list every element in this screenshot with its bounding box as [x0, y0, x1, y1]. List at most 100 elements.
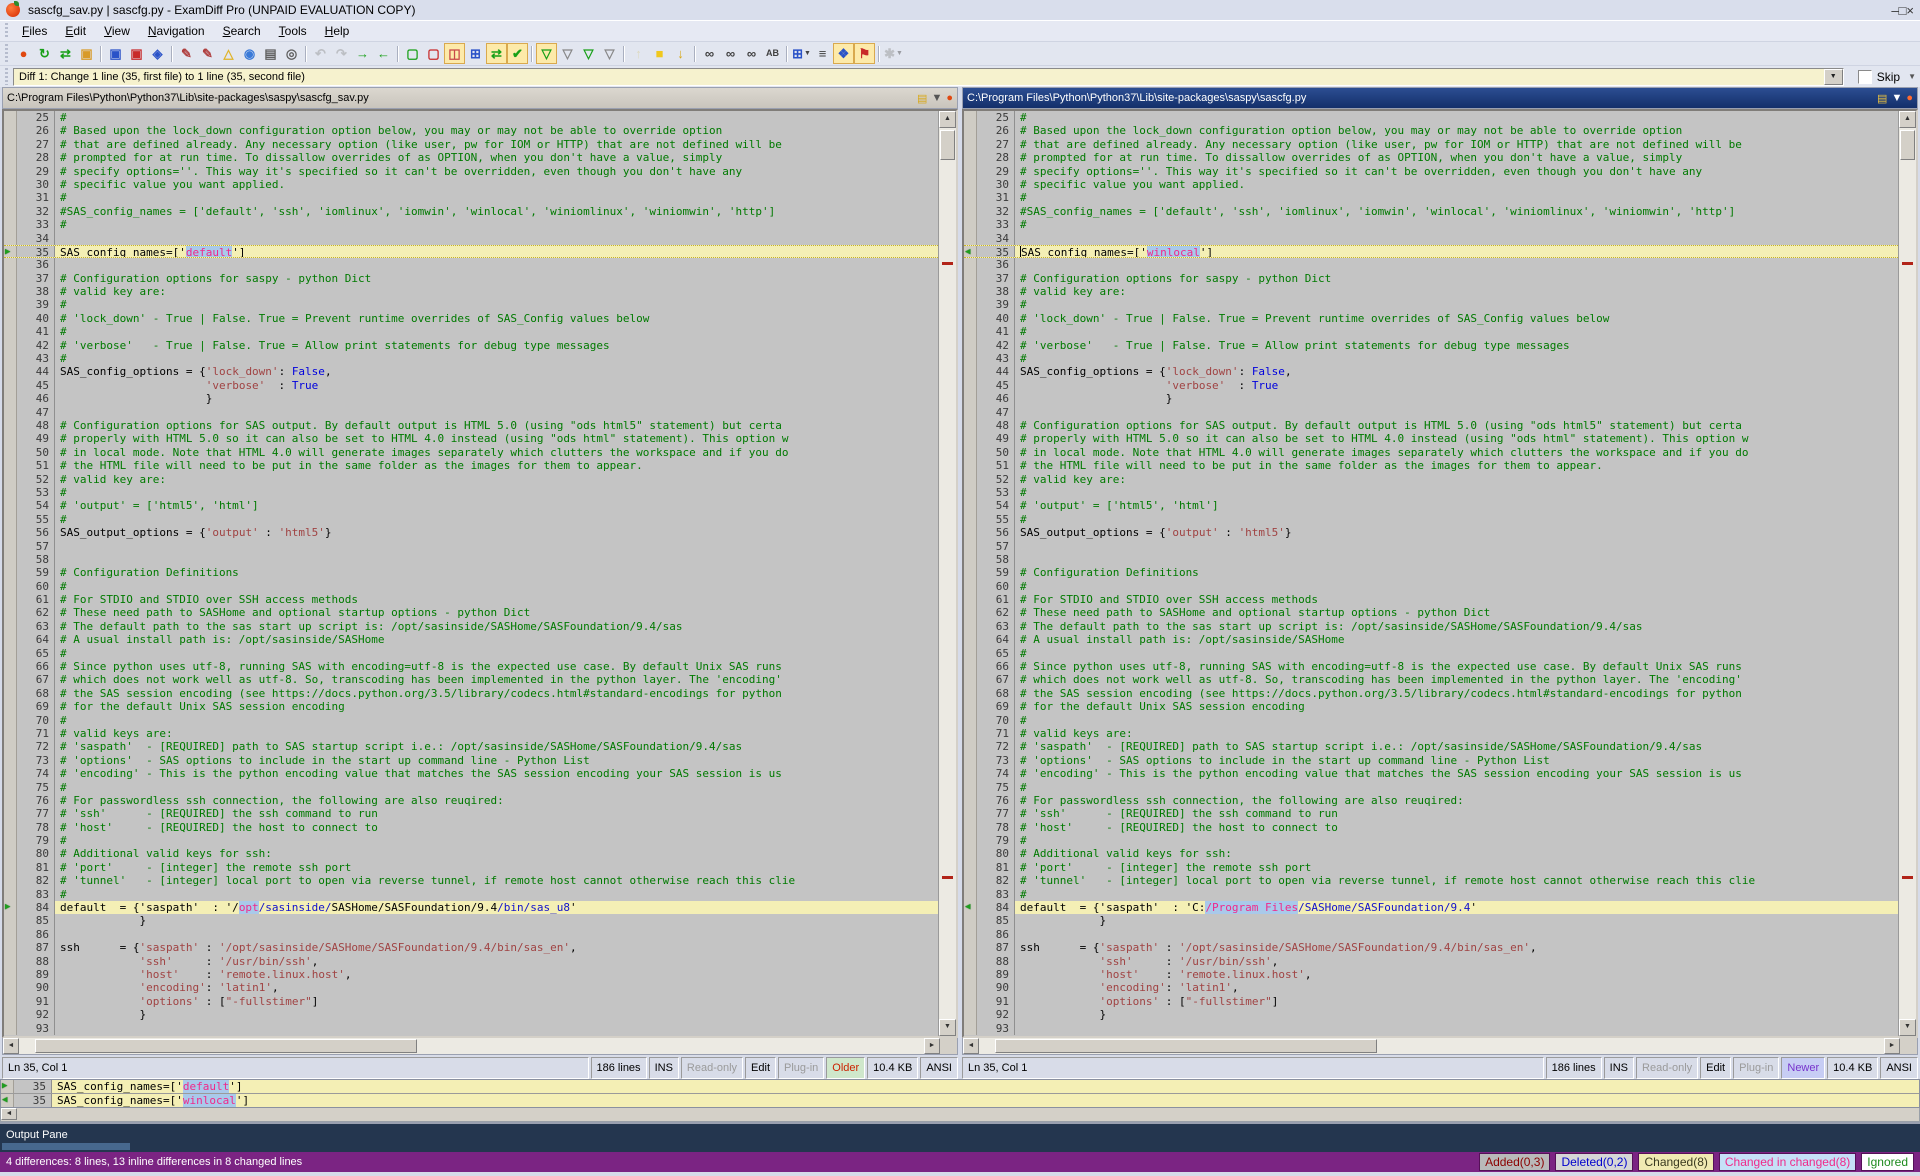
- code-line[interactable]: 34: [964, 232, 1898, 245]
- print-preview-icon[interactable]: ◎: [281, 43, 302, 64]
- auto-options-icon[interactable]: ✔: [507, 43, 528, 64]
- code-line[interactable]: 25#: [4, 111, 938, 124]
- find-previous-icon[interactable]: ∞: [741, 43, 762, 64]
- code-line[interactable]: 50# in local mode. Note that HTML 4.0 wi…: [964, 446, 1898, 459]
- scroll-down-icon[interactable]: ▼: [939, 1019, 956, 1036]
- save-diff-report-icon[interactable]: △: [218, 43, 239, 64]
- code-line[interactable]: 69# for the default Unix SAS session enc…: [964, 700, 1898, 713]
- code-line[interactable]: 83#: [964, 888, 1898, 901]
- show-first-pane-icon[interactable]: ▢: [402, 43, 423, 64]
- code-line[interactable]: 58: [964, 553, 1898, 566]
- code-line[interactable]: 37# Configuration options for saspy - py…: [964, 272, 1898, 285]
- code-line[interactable]: 36: [4, 258, 938, 271]
- html-report-icon[interactable]: ◉: [239, 43, 260, 64]
- code-line[interactable]: 47: [964, 406, 1898, 419]
- code-line[interactable]: 92 }: [4, 1008, 938, 1021]
- previous-difference-icon[interactable]: ←: [373, 43, 394, 64]
- code-line[interactable]: 83#: [4, 888, 938, 901]
- code-line[interactable]: 29# specify options=''. This way it's sp…: [964, 165, 1898, 178]
- code-line[interactable]: 44SAS_config_options = {'lock_down': Fal…: [4, 365, 938, 378]
- scroll-right-icon[interactable]: ►: [1884, 1038, 1900, 1054]
- save-all-files-icon[interactable]: ◈: [147, 43, 168, 64]
- compare-files-icon[interactable]: ●: [13, 43, 34, 64]
- code-line[interactable]: 26# Based upon the lock_down configurati…: [4, 124, 938, 137]
- code-line[interactable]: 93: [964, 1022, 1898, 1035]
- save-second-file-icon[interactable]: ▣: [126, 43, 147, 64]
- menu-files[interactable]: Files: [13, 22, 56, 40]
- code-line[interactable]: 46 }: [964, 392, 1898, 405]
- code-line[interactable]: 48# Configuration options for SAS output…: [964, 419, 1898, 432]
- ignore-flags-icon[interactable]: ⚑: [854, 43, 875, 64]
- recompare-icon[interactable]: ↻: [34, 43, 55, 64]
- menu-edit[interactable]: Edit: [56, 22, 95, 40]
- code-line[interactable]: 79#: [964, 834, 1898, 847]
- code-line[interactable]: 74# 'encoding' - This is the python enco…: [4, 767, 938, 780]
- show-identical-lines-icon[interactable]: ▽: [578, 43, 599, 64]
- minimize-button[interactable]: –: [1891, 3, 1898, 18]
- toolbar-grip[interactable]: [2, 44, 11, 63]
- code-line[interactable]: 55#: [964, 513, 1898, 526]
- code-line[interactable]: 28# prompted for at run time. To dissall…: [964, 151, 1898, 164]
- code-line[interactable]: 74# 'encoding' - This is the python enco…: [964, 767, 1898, 780]
- code-line[interactable]: 71# valid keys are:: [964, 727, 1898, 740]
- diffbar-overflow-icon[interactable]: ▼: [1908, 72, 1916, 81]
- code-line[interactable]: 66# Since python uses utf-8, running SAS…: [964, 660, 1898, 673]
- code-line[interactable]: 29# specify options=''. This way it's sp…: [4, 165, 938, 178]
- code-line[interactable]: 67# which does not work well as utf-8. S…: [964, 673, 1898, 686]
- code-line[interactable]: 64# A usual install path is: /opt/sasins…: [964, 633, 1898, 646]
- code-line[interactable]: 81# 'port' - [integer] the remote ssh po…: [4, 861, 938, 874]
- code-line[interactable]: 56SAS_output_options = {'output' : 'html…: [964, 526, 1898, 539]
- compare-icon[interactable]: ●: [946, 92, 953, 104]
- code-line[interactable]: 72# 'saspath' - [REQUIRED] path to SAS s…: [4, 740, 938, 753]
- code-line[interactable]: 49# properly with HTML 5.0 so it can als…: [4, 432, 938, 445]
- code-line[interactable]: 88 'ssh' : '/usr/bin/ssh',: [4, 955, 938, 968]
- code-line[interactable]: 49# properly with HTML 5.0 so it can als…: [964, 432, 1898, 445]
- plugins-icon[interactable]: ❖: [833, 43, 854, 64]
- code-line[interactable]: 27# that are defined already. Any necess…: [964, 138, 1898, 151]
- diff-line-row[interactable]: ◀35SAS_config_names=['winlocal']: [1, 1094, 1919, 1107]
- scroll-up-icon[interactable]: ▲: [1899, 111, 1916, 128]
- code-line[interactable]: 90 'encoding': 'latin1',: [4, 981, 938, 994]
- scroll-up-icon[interactable]: ▲: [939, 111, 956, 128]
- dropdown-arrow-icon[interactable]: ▼: [1824, 69, 1843, 85]
- toolbar-grip[interactable]: [2, 68, 11, 85]
- code-line[interactable]: 56SAS_output_options = {'output' : 'html…: [4, 526, 938, 539]
- code-line[interactable]: 63# The default path to the sas start up…: [964, 620, 1898, 633]
- scrollbar-track[interactable]: [979, 1038, 1884, 1054]
- code-line[interactable]: 73# 'options' - SAS options to include i…: [964, 754, 1898, 767]
- code-line[interactable]: 87ssh = {'saspath' : '/opt/sasinside/SAS…: [4, 941, 938, 954]
- code-line[interactable]: 78# 'host' - [REQUIRED] the host to conn…: [964, 821, 1898, 834]
- open-files-icon[interactable]: ▣: [76, 43, 97, 64]
- code-line[interactable]: 85 }: [964, 914, 1898, 927]
- code-line[interactable]: 89 'host' : 'remote.linux.host',: [4, 968, 938, 981]
- show-ignored-lines-icon[interactable]: ▽: [599, 43, 620, 64]
- code-line[interactable]: 70#: [4, 714, 938, 727]
- code-line[interactable]: 25#: [964, 111, 1898, 124]
- code-line[interactable]: 80# Additional valid keys for ssh:: [964, 847, 1898, 860]
- code-line[interactable]: 36: [964, 258, 1898, 271]
- menu-help[interactable]: Help: [316, 22, 359, 40]
- code-line[interactable]: 91 'options' : ["-fullstimer"]: [964, 995, 1898, 1008]
- code-line[interactable]: 42# 'verbose' - True | False. True = All…: [964, 339, 1898, 352]
- compare-icon[interactable]: ●: [1906, 92, 1913, 104]
- code-line[interactable]: 41#: [964, 325, 1898, 338]
- code-line[interactable]: 53#: [964, 486, 1898, 499]
- code-line[interactable]: 44SAS_config_options = {'lock_down': Fal…: [964, 365, 1898, 378]
- code-line[interactable]: 68# the SAS session encoding (see https:…: [4, 687, 938, 700]
- code-line[interactable]: 67# which does not work well as utf-8. S…: [4, 673, 938, 686]
- code-line[interactable]: 73# 'options' - SAS options to include i…: [4, 754, 938, 767]
- code-line[interactable]: 33#: [964, 218, 1898, 231]
- code-line[interactable]: 59# Configuration Definitions: [4, 566, 938, 579]
- code-line[interactable]: 65#: [4, 647, 938, 660]
- show-second-pane-icon[interactable]: ▢: [423, 43, 444, 64]
- code-line[interactable]: 50# in local mode. Note that HTML 4.0 wi…: [4, 446, 938, 459]
- scroll-left-icon[interactable]: ◄: [3, 1038, 19, 1054]
- code-line[interactable]: 32#SAS_config_names = ['default', 'ssh',…: [4, 205, 938, 218]
- scrollbar-thumb[interactable]: [940, 130, 955, 160]
- code-line[interactable]: 55#: [4, 513, 938, 526]
- scrollbar-track[interactable]: [19, 1038, 924, 1054]
- code-line[interactable]: 47: [4, 406, 938, 419]
- scrollbar-track[interactable]: [939, 128, 956, 1019]
- code-line[interactable]: 38# valid key are:: [4, 285, 938, 298]
- save-first-file-icon[interactable]: ▣: [105, 43, 126, 64]
